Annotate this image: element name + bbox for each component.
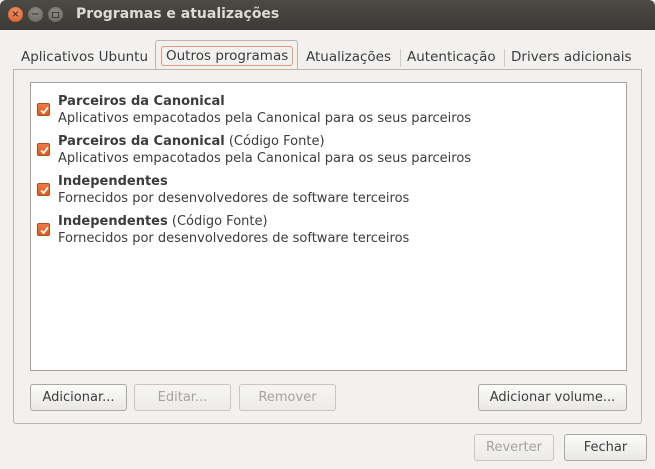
minimize-icon: − [31, 8, 40, 20]
minimize-window-button[interactable]: − [28, 7, 43, 22]
tab-label: Atualizações [306, 49, 392, 65]
tab-label: Outros programas [161, 45, 294, 66]
close-icon: × [11, 8, 20, 20]
window-title: Programas e atualizações [76, 6, 280, 22]
list-item[interactable]: Independentes (Código Fonte) Fornecidos … [37, 209, 617, 249]
check-icon [40, 186, 49, 195]
tab-separator [400, 49, 401, 67]
sources-list[interactable]: Parceiros da Canonical Aplicativos empac… [30, 82, 627, 371]
tab-label: Autenticação [407, 49, 496, 65]
title-bar[interactable]: × − Programas e atualizações [0, 0, 655, 30]
tab-label: Aplicativos Ubuntu [21, 49, 149, 65]
close-button[interactable]: Fechar [564, 434, 647, 461]
source-title: Parceiros da Canonical [58, 94, 225, 109]
outros-programas-page: Parceiros da Canonical Aplicativos empac… [13, 69, 642, 424]
revert-button[interactable]: Reverter [474, 434, 554, 461]
tab-atualizacoes[interactable]: Atualizações [306, 44, 391, 70]
source-description: Aplicativos empacotados pela Canonical p… [58, 111, 472, 126]
source-checkbox[interactable] [37, 143, 50, 156]
maximize-icon [52, 11, 59, 18]
source-title: Parceiros da Canonical (Código Fonte) [58, 134, 325, 149]
source-title: Independentes (Código Fonte) [58, 214, 268, 229]
tab-aplicativos-ubuntu[interactable]: Aplicativos Ubuntu [21, 44, 148, 70]
close-window-button[interactable]: × [8, 7, 23, 22]
source-checkbox[interactable] [37, 223, 50, 236]
list-item[interactable]: Parceiros da Canonical (Código Fonte) Ap… [37, 129, 617, 169]
software-sources-window: × − Programas e atualizações Aplicativos… [0, 0, 655, 469]
edit-button[interactable]: Editar... [134, 384, 231, 411]
remove-button[interactable]: Remover [239, 384, 336, 411]
check-icon [40, 226, 49, 235]
check-icon [40, 146, 49, 155]
tab-outros-programas[interactable]: Outros programas [155, 40, 298, 70]
list-item[interactable]: Parceiros da Canonical Aplicativos empac… [37, 89, 617, 129]
add-volume-button[interactable]: Adicionar volume... [478, 384, 627, 411]
tab-separator [504, 49, 505, 67]
source-description: Aplicativos empacotados pela Canonical p… [58, 151, 472, 166]
source-title: Independentes [58, 174, 168, 189]
source-checkbox[interactable] [37, 183, 50, 196]
tab-autenticacao[interactable]: Autenticação [407, 44, 496, 70]
source-description: Fornecidos por desenvolvedores de softwa… [58, 231, 410, 246]
add-button[interactable]: Adicionar... [30, 384, 127, 411]
list-item[interactable]: Independentes Fornecidos por desenvolved… [37, 169, 617, 209]
source-description: Fornecidos por desenvolvedores de softwa… [58, 191, 410, 206]
tab-label: Drivers adicionais [511, 49, 632, 65]
maximize-window-button[interactable] [48, 7, 63, 22]
tab-drivers-adicionais[interactable]: Drivers adicionais [511, 44, 632, 70]
check-icon [40, 106, 49, 115]
source-checkbox[interactable] [37, 103, 50, 116]
